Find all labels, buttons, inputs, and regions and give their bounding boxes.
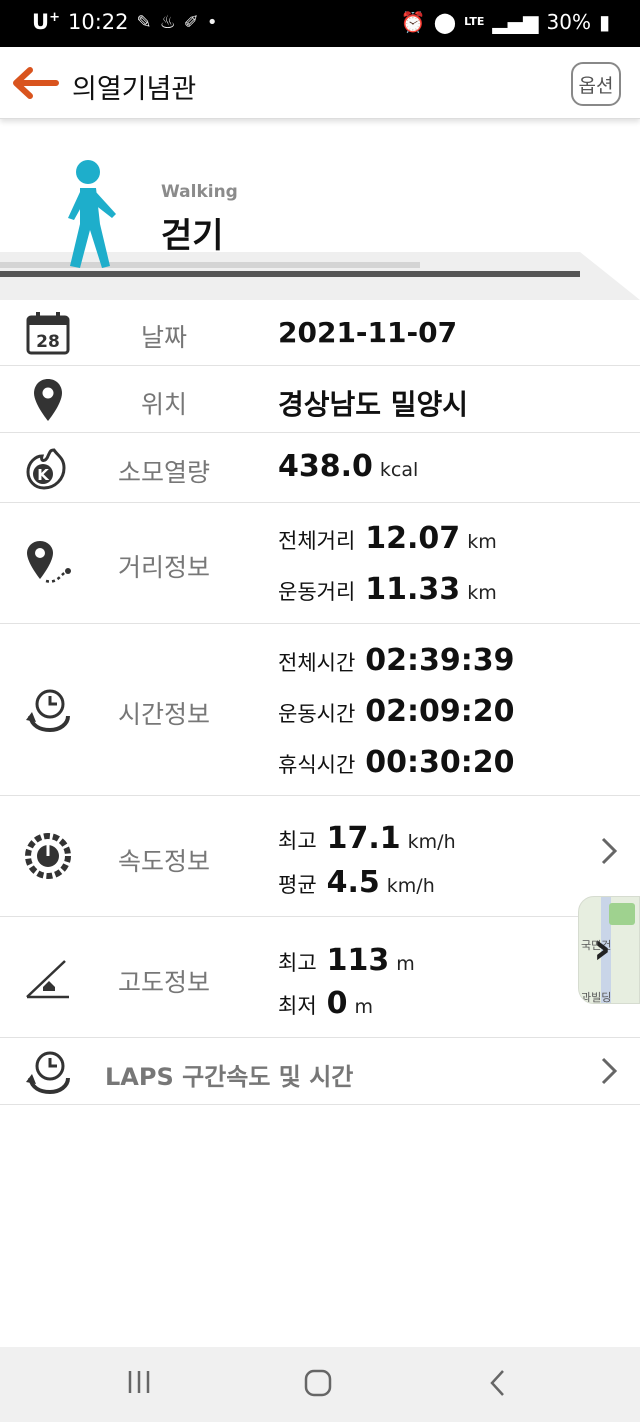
calendar-icon: 28 [22,307,74,359]
max-altitude: 최고 113 m [278,943,415,978]
walking-person-icon [68,160,116,268]
workout-time: 운동시간 02:09:20 [278,694,515,729]
date-label: 날짜 [140,323,187,352]
total-distance-unit: km [467,531,497,553]
status-time: 10:22 [67,10,129,34]
min-altitude-key: 최저 [278,994,317,1018]
home-button[interactable] [304,1369,332,1404]
time-clock-icon [22,684,74,736]
max-speed-unit: km/h [407,831,456,853]
speed-row[interactable]: 속도정보 최고 17.1 km/h 평균 4.5 km/h [0,796,640,917]
workout-distance-key: 운동거리 [278,580,356,604]
workout-time-key: 운동시간 [278,702,356,726]
location-row: 위치 경상남도 밀양시 [0,366,640,433]
activity-name-en: Walking [161,182,238,202]
date-row: 28 날짜 2021-11-07 [0,300,640,366]
calories-row: K 소모열량 438.0 kcal [0,433,640,503]
rest-time: 휴식시간 00:30:20 [278,745,515,780]
chevron-right-icon: › [593,923,612,974]
altitude-row: 고도정보 최고 113 m 최저 0 m [0,917,640,1038]
max-altitude-unit: m [396,953,415,975]
svg-text:K: K [37,466,50,484]
altitude-slope-icon [22,953,74,1005]
max-speed-value: 17.1 [326,821,401,856]
map-label: 과빌딩 [581,991,612,1004]
alarm-icon: ⏰ [400,10,426,34]
system-back-button[interactable] [488,1369,506,1404]
notification-icon: ✎ [136,11,152,33]
avg-speed-unit: km/h [386,875,435,897]
total-time: 전체시간 02:39:39 [278,643,515,678]
recent-apps-button[interactable] [126,1369,152,1402]
notification-dot-icon: • [206,11,218,33]
activity-header: Walking 걷기 [0,120,640,300]
chevron-right-icon[interactable] [600,836,618,874]
location-value: 경상남도 밀양시 [278,388,469,421]
workout-time-value: 02:09:20 [365,694,515,729]
page-title: 의열기념관 [72,74,197,105]
options-button[interactable]: 옵션 [571,62,621,106]
time-row: 시간정보 전체시간 02:39:39 운동시간 02:09:20 휴식시간 00… [0,624,640,796]
time-label: 시간정보 [117,700,210,729]
rest-time-value: 00:30:20 [365,745,515,780]
total-distance-key: 전체거리 [278,529,356,553]
map-thumbnail[interactable]: 국민건 과빌딩 › [578,896,640,1004]
calories-unit: kcal [379,459,419,481]
speedometer-icon [22,830,74,882]
distance-route-icon [22,537,74,589]
distance-label: 거리정보 [117,553,210,582]
notification-icon: ♨ [159,11,176,33]
avg-speed-key: 평균 [278,873,317,897]
location-status-icon: ⬤ [433,10,457,34]
workout-distance-value: 11.33 [365,572,461,607]
system-nav-bar [0,1347,640,1422]
total-time-value: 02:39:39 [365,643,515,678]
max-altitude-key: 최고 [278,951,317,975]
lte-indicator: LTE [464,15,485,28]
svg-text:28: 28 [36,332,60,352]
avg-speed: 평균 4.5 km/h [278,865,435,900]
max-altitude-value: 113 [326,943,390,978]
min-altitude-value: 0 [326,986,348,1021]
location-pin-icon [22,374,74,426]
total-distance: 전체거리 12.07 km [278,521,497,556]
map-park [609,903,635,925]
speed-label: 속도정보 [117,847,210,876]
laps-row[interactable]: LAPS 구간속도 및 시간 [0,1038,640,1105]
status-bar: U+ 10:22 ✎ ♨ ✐ • ⏰ ⬤ LTE ▂▄▆ 30% ▮ [0,0,640,47]
laps-label: LAPS 구간속도 및 시간 [105,1063,354,1091]
workout-distance-unit: km [467,582,497,604]
calories-value: 438.0 [278,449,373,484]
avg-speed-value: 4.5 [326,865,380,900]
location-label: 위치 [140,390,187,419]
date-value: 2021-11-07 [278,316,458,349]
status-right: ⏰ ⬤ LTE ▂▄▆ 30% ▮ [401,10,610,34]
chevron-right-icon[interactable] [600,1056,618,1094]
altitude-label: 고도정보 [117,968,210,997]
back-button[interactable] [10,65,60,101]
back-arrow-icon [13,67,59,99]
battery-icon: ▮ [598,10,610,34]
carrier-label: U+ [32,10,60,34]
battery-level: 30% [546,10,591,34]
notification-icon: ✐ [183,11,199,33]
calories-value-group: 438.0 kcal [278,449,418,484]
min-altitude-unit: m [354,996,374,1018]
app-bar: 의열기념관 옵션 [0,47,640,119]
status-left: U+ 10:22 ✎ ♨ ✐ • [32,10,217,34]
rest-time-key: 휴식시간 [278,753,356,777]
calories-label: 소모열량 [117,458,210,487]
max-speed-key: 최고 [278,829,317,853]
total-time-key: 전체시간 [278,651,356,675]
laps-clock-icon [22,1046,74,1098]
signal-icon: ▂▄▆ [492,10,539,34]
min-altitude: 최저 0 m [278,986,373,1021]
distance-row: 거리정보 전체거리 12.07 km 운동거리 11.33 km [0,503,640,624]
max-speed: 최고 17.1 km/h [278,821,456,856]
calorie-fire-icon: K [22,442,74,494]
workout-distance: 운동거리 11.33 km [278,572,497,607]
activity-name-ko: 걷기 [161,216,224,256]
total-distance-value: 12.07 [365,521,461,556]
